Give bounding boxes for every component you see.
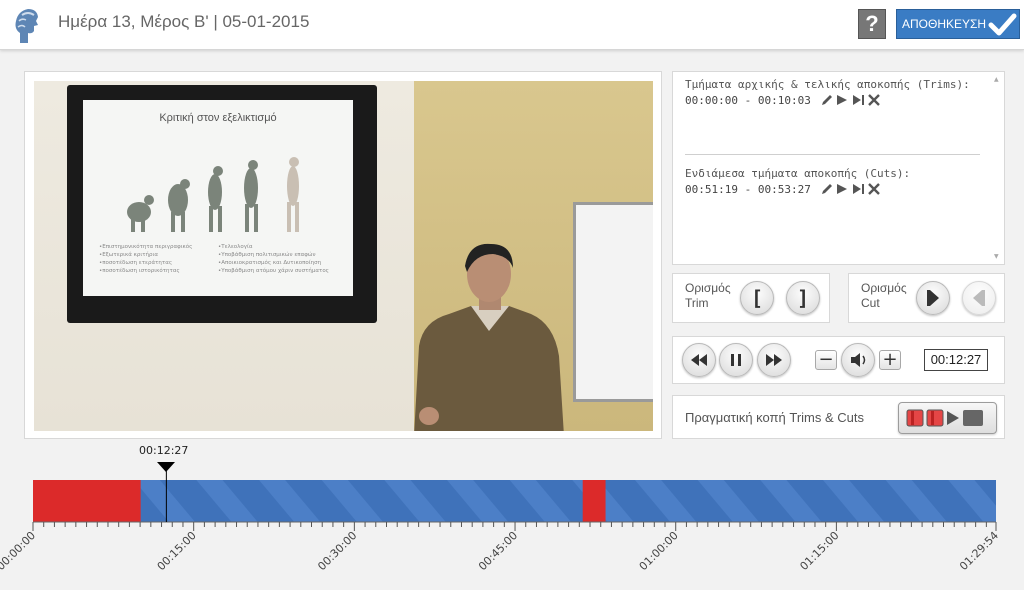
trim-segment[interactable] (33, 480, 141, 522)
timeline-tick-label: 01:29:54 (957, 529, 1001, 573)
whiteboard (573, 202, 653, 402)
volume-icon (851, 353, 866, 367)
video-player[interactable]: Κριτική στον εξελικτισμό •Επιστημονικότη… (34, 81, 653, 431)
timeline-track[interactable] (33, 480, 996, 522)
cut-start-button[interactable] (916, 281, 950, 315)
timeline-tick-label: 01:00:00 (637, 529, 681, 573)
page-title: Ημέρα 13, Μέρος Β' | 05-01-2015 (58, 12, 310, 31)
checkmark-icon (988, 13, 1017, 36)
trim-row: 00:00:00 - 00:10:03 (685, 94, 882, 109)
cut-end-icon (973, 290, 985, 306)
help-button[interactable]: ? (858, 9, 886, 39)
timeline-tick-label: 00:00:00 (0, 529, 38, 573)
mute-button[interactable] (841, 343, 875, 377)
cuts-heading: Ενδιάμεσα τμήματα αποκοπής (Cuts): (685, 167, 911, 180)
edit-icon[interactable] (822, 184, 833, 194)
cut-row: 00:51:19 - 00:53:27 (685, 183, 882, 198)
goto-end-icon[interactable] (853, 184, 865, 194)
trim-end-button[interactable]: ] (786, 281, 820, 315)
timeline[interactable]: 00:00:00 00:15:00 00:30:00 00:45:00 01:00:00… (0, 470, 1024, 590)
goto-end-icon[interactable] (853, 95, 865, 105)
trim-start-button[interactable]: [ (740, 281, 774, 315)
timeline-tick-label: 00:30:00 (315, 529, 359, 573)
cut-segment[interactable] (582, 480, 606, 522)
rewind-icon (691, 354, 707, 366)
delete-icon[interactable] (868, 183, 881, 195)
timeline-tick-label: 00:15:00 (155, 529, 199, 573)
save-button[interactable]: ΑΠΟΘΗΚΕΥΣΗ (896, 9, 1020, 39)
slide-title: Κριτική στον εξελικτισμό (159, 112, 277, 124)
presentation-screen: Κριτική στον εξελικτισμό •Επιστημονικότη… (67, 85, 377, 323)
cut-range: 00:51:19 - 00:53:27 (685, 183, 811, 196)
edit-icon[interactable] (822, 95, 833, 105)
delete-icon[interactable] (868, 94, 881, 106)
app-header: Ημέρα 13, Μέρος Β' | 05-01-2015 ? ΑΠΟΘΗΚ… (0, 0, 1024, 50)
cut-end-button[interactable] (962, 281, 996, 315)
rewind-button[interactable] (682, 343, 716, 377)
scroll-up-icon[interactable]: ▲ (994, 76, 999, 83)
logo-icon (15, 9, 38, 43)
video-panel: Κριτική στον εξελικτισμό •Επιστημονικότη… (24, 71, 662, 439)
scroll-down-icon[interactable]: ▼ (994, 253, 999, 260)
play-icon[interactable] (837, 95, 848, 105)
lecturer (414, 243, 564, 431)
trim-definition-panel: Ορισμός Trim [ ] (672, 273, 830, 323)
timeline-tick-label: 00:45:00 (476, 529, 520, 573)
fast-forward-button[interactable] (757, 343, 791, 377)
fast-forward-icon (766, 354, 782, 366)
pause-button[interactable] (719, 343, 753, 377)
apply-label: Πραγματική κοπή Trims & Cuts (685, 410, 864, 425)
trims-heading: Τμήματα αρχικής & τελικής αποκοπής (Trim… (685, 78, 970, 91)
apply-cuts-icon (906, 409, 983, 427)
volume-up-button[interactable]: + (879, 350, 901, 370)
list-scrollbar[interactable]: ▲ ▼ (992, 74, 1002, 262)
play-icon[interactable] (837, 184, 848, 194)
trim-range: 00:00:00 - 00:10:03 (685, 94, 811, 107)
timeline-tick-label: 01:15:00 (797, 529, 841, 573)
pause-icon (731, 354, 741, 366)
cut-start-icon (927, 290, 939, 306)
evolution-illustration (127, 157, 299, 232)
current-time-field[interactable]: 00:12:27 (924, 349, 988, 371)
cut-definition-panel: Ορισμός Cut (848, 273, 1005, 323)
save-button-label: ΑΠΟΘΗΚΕΥΣΗ (902, 17, 987, 31)
trims-cuts-list: Τμήματα αρχικής & τελικής αποκοπής (Trim… (672, 71, 1005, 265)
apply-cuts-button[interactable] (898, 402, 997, 434)
apply-panel: Πραγματική κοπή Trims & Cuts (672, 395, 1005, 439)
player-controls: − + 00:12:27 (672, 336, 1005, 384)
playhead-time-label: 00:12:27 (139, 444, 189, 457)
volume-down-button[interactable]: − (815, 350, 837, 370)
